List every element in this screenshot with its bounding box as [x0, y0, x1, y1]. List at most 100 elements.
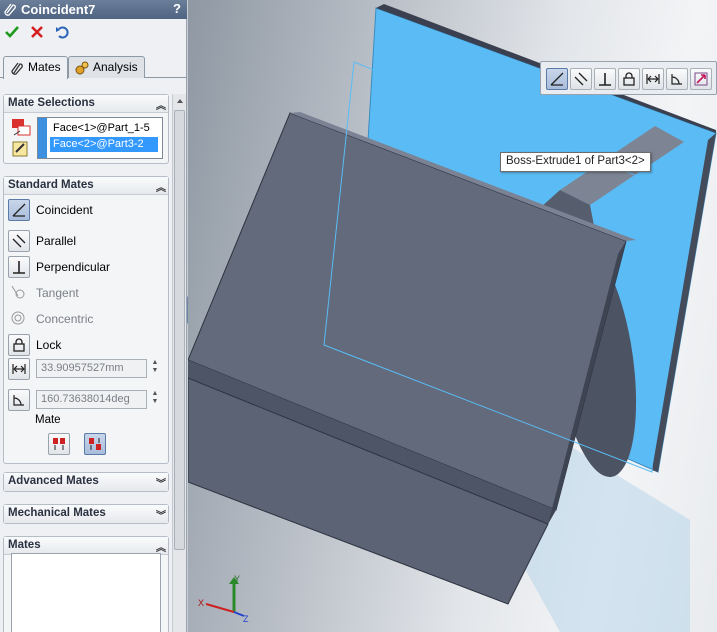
tangent-label: Tangent	[36, 286, 79, 300]
distance-icon	[646, 74, 660, 84]
mate-selections-group: Mate Selections ︽ Face<1>@Part_1-5 Face<…	[3, 94, 169, 164]
group-title: Mechanical Mates	[8, 507, 106, 519]
entities-to-mate-icon	[12, 119, 31, 136]
perpendicular-icon	[13, 261, 25, 274]
ctx-angle-button[interactable]	[666, 68, 688, 90]
tab-mates-label: Mates	[28, 60, 61, 74]
panel-tabs: Mates Analysis	[0, 52, 187, 79]
distance-spinner[interactable]: ▲ ▼	[150, 359, 160, 378]
selection-indicator	[38, 118, 47, 158]
mechanical-mates-header[interactable]: Mechanical Mates ︾	[4, 505, 168, 523]
ctx-distance-button[interactable]	[642, 68, 664, 90]
advanced-mates-header[interactable]: Advanced Mates ︾	[4, 473, 168, 491]
parallel-label: Parallel	[36, 234, 77, 248]
collapse-icon[interactable]: ︽	[156, 97, 166, 112]
mate-selections-list[interactable]: Face<1>@Part_1-5 Face<2>@Part3-2	[37, 117, 163, 159]
tangent-mate[interactable]: Tangent	[8, 282, 158, 304]
angle-button[interactable]	[8, 389, 30, 411]
ctx-parallel-button[interactable]	[570, 68, 592, 90]
undo-icon	[56, 26, 69, 39]
ok-button[interactable]	[3, 23, 21, 41]
x-icon	[31, 26, 43, 38]
property-manager: Coincident7 ? Mates Analysis Mate Select…	[0, 0, 187, 632]
ctx-coincident-button[interactable]	[546, 68, 568, 90]
lock-icon	[623, 72, 635, 86]
cancel-button[interactable]	[28, 23, 46, 41]
standard-mates-group: Standard Mates ︽ Coincident Parallel Per…	[3, 176, 169, 464]
parallel-mate[interactable]: Parallel	[8, 230, 158, 252]
list-item[interactable]: Face<2>@Part3-2	[50, 137, 158, 152]
angle-input[interactable]: 160.73638014deg	[36, 390, 147, 409]
z-axis-label: Z	[243, 614, 249, 624]
tab-mates[interactable]: Mates	[3, 56, 68, 79]
mate-alignment-label: Mate	[35, 414, 61, 426]
hover-tooltip: Boss-Extrude1 of Part3<2>	[500, 152, 651, 172]
coincident-icon	[12, 203, 26, 217]
scroll-up-icon[interactable]	[175, 96, 185, 106]
ctx-perpendicular-button[interactable]	[594, 68, 616, 90]
ctx-flip-alignment-button[interactable]	[690, 68, 712, 90]
angle-icon	[671, 74, 682, 85]
expand-icon[interactable]: ︾	[156, 507, 166, 522]
aligned-icon	[53, 438, 65, 450]
distance-button[interactable]	[8, 358, 30, 380]
angle-spinner[interactable]: ▲ ▼	[150, 390, 160, 409]
pin-icon[interactable]	[10, 139, 32, 161]
concentric-label: Concentric	[36, 312, 94, 326]
lock-icon	[13, 338, 25, 352]
ctx-lock-button[interactable]	[618, 68, 640, 90]
undo-button[interactable]	[54, 23, 72, 41]
lock-label: Lock	[36, 338, 62, 352]
aligned-button[interactable]	[48, 433, 70, 455]
lock-button[interactable]	[8, 334, 30, 356]
coincident-label: Coincident	[36, 203, 93, 217]
help-button[interactable]: ?	[173, 1, 181, 16]
tangent-button[interactable]	[8, 282, 30, 304]
coincident-mate[interactable]: Coincident	[8, 199, 158, 221]
group-title: Advanced Mates	[8, 475, 99, 487]
concentric-icon	[11, 311, 25, 325]
expand-icon[interactable]: ︾	[156, 475, 166, 490]
mates-group: Mates ︽	[3, 536, 169, 632]
panel-scrollbar[interactable]	[172, 94, 186, 632]
lock-mate[interactable]: Lock	[8, 334, 158, 356]
coincident-button[interactable]	[8, 199, 30, 221]
x-axis-label: X	[198, 598, 204, 608]
advanced-mates-group[interactable]: Advanced Mates ︾	[3, 472, 169, 492]
mechanical-mates-group[interactable]: Mechanical Mates ︾	[3, 504, 169, 524]
group-title: Mates	[8, 539, 41, 551]
collapse-icon[interactable]: ︽	[156, 179, 166, 194]
tab-analysis[interactable]: Analysis	[68, 56, 145, 78]
perpendicular-button[interactable]	[8, 256, 30, 278]
concentric-button[interactable]	[8, 308, 30, 330]
tangent-icon	[11, 285, 25, 299]
anti-aligned-icon	[89, 438, 101, 450]
property-manager-titlebar: Coincident7 ?	[0, 0, 187, 19]
check-icon	[5, 26, 19, 38]
parallel-button[interactable]	[8, 230, 30, 252]
angle-icon	[13, 395, 24, 406]
flip-alignment-icon	[694, 72, 708, 86]
scrollbar-thumb[interactable]	[174, 110, 185, 550]
perpendicular-mate[interactable]: Perpendicular	[8, 256, 158, 278]
perpendicular-icon	[599, 73, 611, 86]
standard-mates-header[interactable]: Standard Mates ︽	[4, 177, 168, 195]
anti-aligned-button[interactable]	[84, 433, 106, 455]
distance-input[interactable]: 33.90957527mm	[36, 359, 147, 378]
mates-list[interactable]	[11, 553, 161, 632]
x-axis	[205, 603, 235, 613]
concentric-mate[interactable]: Concentric	[8, 308, 158, 330]
perpendicular-label: Perpendicular	[36, 260, 111, 274]
distance-icon	[12, 364, 26, 374]
collapse-icon[interactable]: ︽	[156, 539, 166, 554]
feature-title: Coincident7	[21, 2, 96, 17]
reference-triad: Y X Z	[198, 574, 249, 624]
list-item[interactable]: Face<1>@Part_1-5	[50, 121, 153, 136]
group-title: Standard Mates	[8, 179, 94, 191]
parallel-icon	[574, 72, 588, 86]
parallel-icon	[12, 234, 26, 248]
paperclip-icon	[11, 62, 23, 75]
coincident-icon	[550, 72, 564, 86]
tab-analysis-label: Analysis	[93, 60, 138, 74]
mate-selections-header[interactable]: Mate Selections ︽	[4, 95, 168, 113]
